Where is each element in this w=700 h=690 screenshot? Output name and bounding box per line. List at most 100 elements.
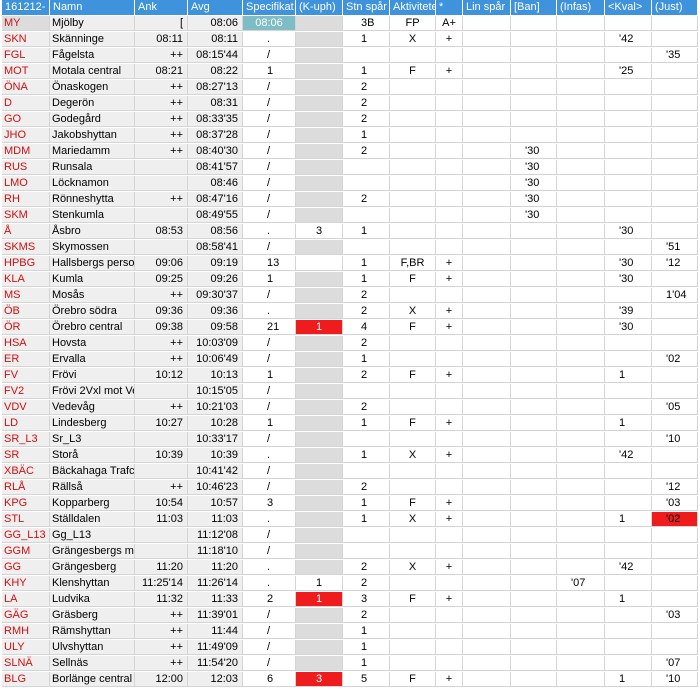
cell-departure[interactable]: 08:33'35 bbox=[188, 112, 243, 127]
table-row[interactable]: JHO Jakobshyttan ++ 08:37'28/ 1 bbox=[0, 128, 700, 144]
cell-star[interactable] bbox=[436, 112, 463, 127]
cell-signature[interactable]: GGM bbox=[2, 544, 50, 559]
cell-signature[interactable]: GÄG bbox=[2, 608, 50, 623]
cell-star[interactable] bbox=[436, 576, 463, 591]
cell-line-track[interactable] bbox=[463, 240, 511, 255]
cell-kval[interactable] bbox=[605, 528, 652, 543]
cell-line-track[interactable] bbox=[463, 528, 511, 543]
cell-station-track[interactable]: 2 bbox=[343, 368, 390, 383]
cell-line-track[interactable] bbox=[463, 416, 511, 431]
cell-specification[interactable]: 3 bbox=[243, 496, 296, 511]
cell-specification[interactable]: 2 bbox=[243, 592, 296, 607]
cell-k-uph[interactable] bbox=[296, 352, 343, 367]
cell-k-uph[interactable]: 1 bbox=[296, 320, 343, 335]
cell-activities[interactable]: F bbox=[390, 368, 436, 383]
cell-arrival[interactable]: [ bbox=[135, 16, 188, 31]
cell-name[interactable]: Rällså bbox=[50, 480, 135, 495]
cell-infas[interactable] bbox=[557, 368, 605, 383]
cell-signature[interactable]: GO bbox=[2, 112, 50, 127]
cell-kval[interactable] bbox=[605, 192, 652, 207]
cell-station-track[interactable]: 1 bbox=[343, 656, 390, 671]
table-row[interactable]: XBÄC Bäckahaga Trafc 10:41'42/ bbox=[0, 464, 700, 480]
cell-station-track[interactable] bbox=[343, 208, 390, 223]
cell-specification[interactable]: / bbox=[243, 48, 296, 63]
cell-k-uph[interactable] bbox=[296, 160, 343, 175]
cell-departure[interactable]: 10:28 bbox=[188, 416, 243, 431]
cell-infas[interactable] bbox=[557, 64, 605, 79]
cell-arrival[interactable]: ++ bbox=[135, 656, 188, 671]
table-row[interactable]: MDM Mariedamm ++ 08:40'30/ 2 '30 bbox=[0, 144, 700, 160]
cell-infas[interactable] bbox=[557, 592, 605, 607]
cell-activities[interactable] bbox=[390, 640, 436, 655]
cell-just[interactable] bbox=[652, 272, 698, 287]
cell-specification[interactable]: / bbox=[243, 384, 296, 399]
cell-departure[interactable]: 08:06 bbox=[188, 16, 243, 31]
cell-ban[interactable] bbox=[511, 304, 557, 319]
cell-arrival[interactable]: ++ bbox=[135, 608, 188, 623]
cell-ban[interactable] bbox=[511, 512, 557, 527]
cell-station-track[interactable]: 1 bbox=[343, 32, 390, 47]
cell-name[interactable]: Åsbro bbox=[50, 224, 135, 239]
cell-star[interactable] bbox=[436, 208, 463, 223]
cell-just[interactable] bbox=[652, 160, 698, 175]
cell-arrival[interactable]: 11:32 bbox=[135, 592, 188, 607]
cell-departure[interactable]: 11:54'20 bbox=[188, 656, 243, 671]
cell-departure[interactable]: 10:46'23 bbox=[188, 480, 243, 495]
cell-signature[interactable]: LMO bbox=[2, 176, 50, 191]
cell-line-track[interactable] bbox=[463, 208, 511, 223]
cell-name[interactable]: Godegård bbox=[50, 112, 135, 127]
cell-departure[interactable]: 10:33'17 bbox=[188, 432, 243, 447]
cell-star[interactable] bbox=[436, 384, 463, 399]
cell-infas[interactable] bbox=[557, 320, 605, 335]
cell-name[interactable]: Klenshyttan bbox=[50, 576, 135, 591]
cell-star[interactable]: + bbox=[436, 32, 463, 47]
cell-signature[interactable]: FGL bbox=[2, 48, 50, 63]
cell-line-track[interactable] bbox=[463, 48, 511, 63]
cell-just[interactable] bbox=[652, 112, 698, 127]
cell-signature[interactable]: RUS bbox=[2, 160, 50, 175]
cell-line-track[interactable] bbox=[463, 96, 511, 111]
table-row[interactable]: RUS Runsala 08:41'57/ '30 bbox=[0, 160, 700, 176]
column-header-infas[interactable]: (Infas) bbox=[557, 0, 605, 15]
cell-infas[interactable] bbox=[557, 80, 605, 95]
cell-arrival[interactable]: 11:25'14 bbox=[135, 576, 188, 591]
cell-name[interactable]: Örebro central bbox=[50, 320, 135, 335]
cell-kval[interactable] bbox=[605, 544, 652, 559]
cell-station-track[interactable]: 2 bbox=[343, 144, 390, 159]
cell-just[interactable]: '02 bbox=[652, 352, 698, 367]
table-row[interactable]: LMO Löcknamon 08:46/ '30 bbox=[0, 176, 700, 192]
table-row[interactable]: MY Mjölby[08:06 08:06 3B FP A+ bbox=[0, 16, 700, 32]
cell-ban[interactable] bbox=[511, 48, 557, 63]
cell-name[interactable]: Bäckahaga Trafc bbox=[50, 464, 135, 479]
cell-specification[interactable]: . bbox=[243, 224, 296, 239]
cell-arrival[interactable] bbox=[135, 544, 188, 559]
table-row[interactable]: GG_L13 Gg_L13 11:12'08/ bbox=[0, 528, 700, 544]
cell-star[interactable] bbox=[436, 544, 463, 559]
cell-signature[interactable]: HSA bbox=[2, 336, 50, 351]
cell-k-uph[interactable] bbox=[296, 432, 343, 447]
cell-ban[interactable] bbox=[511, 576, 557, 591]
cell-specification[interactable]: . bbox=[243, 576, 296, 591]
cell-kval[interactable]: 1 bbox=[605, 512, 652, 527]
cell-star[interactable] bbox=[436, 80, 463, 95]
cell-just[interactable]: '12 bbox=[652, 480, 698, 495]
cell-star[interactable] bbox=[436, 240, 463, 255]
cell-activities[interactable]: X bbox=[390, 32, 436, 47]
cell-departure[interactable]: 08:41'57 bbox=[188, 160, 243, 175]
cell-star[interactable]: + bbox=[436, 320, 463, 335]
cell-line-track[interactable] bbox=[463, 624, 511, 639]
cell-name[interactable]: Frövi 2Vxl mot Ve bbox=[50, 384, 135, 399]
cell-k-uph[interactable] bbox=[296, 480, 343, 495]
cell-line-track[interactable] bbox=[463, 464, 511, 479]
cell-kval[interactable] bbox=[605, 400, 652, 415]
cell-activities[interactable]: F bbox=[390, 672, 436, 687]
cell-line-track[interactable] bbox=[463, 128, 511, 143]
cell-departure[interactable]: 08:58'41 bbox=[188, 240, 243, 255]
cell-ban[interactable]: '30 bbox=[511, 144, 557, 159]
table-row[interactable]: KPG Kopparberg 10:54 10:57 3 1 F + '03 bbox=[0, 496, 700, 512]
cell-departure[interactable]: 08:31 bbox=[188, 96, 243, 111]
cell-name[interactable]: Ludvika bbox=[50, 592, 135, 607]
table-row[interactable]: GGM Grängesbergs ma 11:18'10/ bbox=[0, 544, 700, 560]
cell-line-track[interactable] bbox=[463, 640, 511, 655]
cell-specification[interactable]: / bbox=[243, 608, 296, 623]
